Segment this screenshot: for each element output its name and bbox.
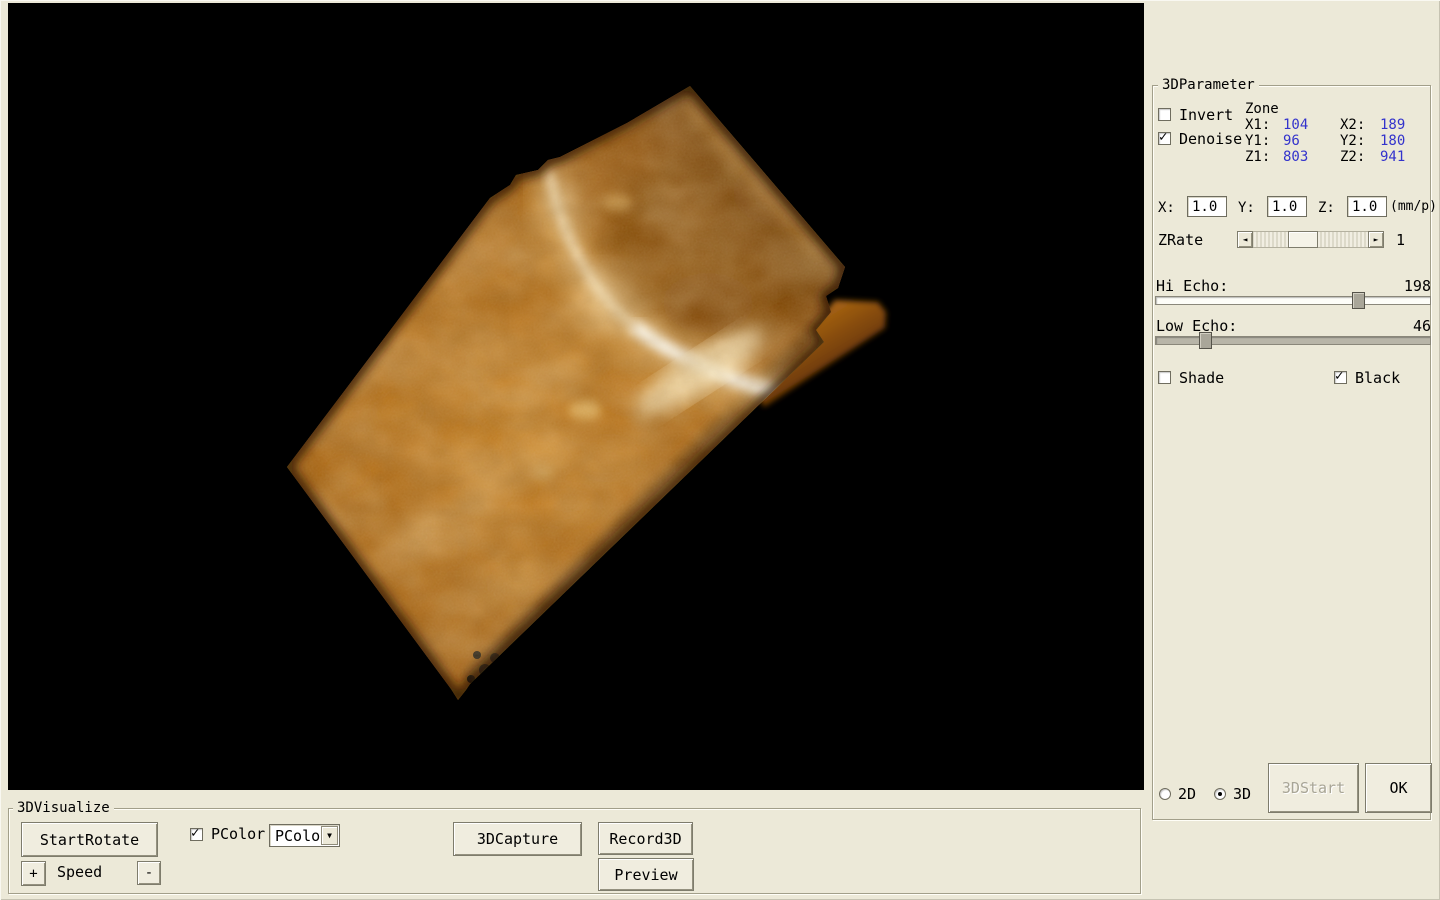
zone-z2-value: 941 <box>1380 149 1405 165</box>
invert-checkbox[interactable] <box>1158 108 1171 121</box>
zone-label: Zone <box>1245 101 1279 117</box>
low-echo-slider[interactable] <box>1155 336 1431 345</box>
zone-x2-label: X2: <box>1340 117 1365 133</box>
render-canvas[interactable] <box>8 3 1144 790</box>
zone-z1-label: Z1: <box>1245 149 1270 165</box>
zone-row: Y1: 96 Y2: 180 <box>1245 133 1425 149</box>
mode-3d-label: 3D <box>1233 786 1251 803</box>
hi-echo-slider[interactable] <box>1155 296 1431 305</box>
low-echo-slider-thumb[interactable] <box>1199 332 1212 349</box>
check-icon: ✓ <box>191 825 199 841</box>
z-scale-label: Z: <box>1318 200 1335 216</box>
check-icon: ✓ <box>1159 129 1167 145</box>
zone-x1-label: X1: <box>1245 117 1270 133</box>
low-echo-value: 46 <box>1383 318 1431 335</box>
zrate-value: 1 <box>1396 232 1405 249</box>
record3d-button[interactable]: Record3D <box>598 822 693 855</box>
black-label: Black <box>1355 370 1400 387</box>
check-icon: ✓ <box>1335 368 1343 384</box>
shade-label: Shade <box>1179 370 1224 387</box>
visualize-group-label: 3DVisualize <box>13 800 114 816</box>
pcolor-dropdown[interactable]: PColor ▼ <box>269 824 340 847</box>
zrate-scroll-left-button[interactable]: ◄ <box>1237 231 1253 248</box>
mode-2d-radio[interactable] <box>1159 788 1171 800</box>
scale-unit-label: (mm/p) <box>1390 198 1437 215</box>
zone-x2-value: 189 <box>1380 117 1405 133</box>
app-window: { "colors": { "panel_bg": "#ece9d8", "ca… <box>0 0 1440 900</box>
zone-y2-value: 180 <box>1380 133 1405 149</box>
denoise-checkbox[interactable]: ✓ <box>1158 132 1171 145</box>
zone-x1-value: 104 <box>1283 117 1308 133</box>
z-scale-input[interactable] <box>1347 196 1387 217</box>
x-scale-input[interactable] <box>1187 196 1227 217</box>
mode-2d-label: 2D <box>1178 786 1196 803</box>
x-scale-label: X: <box>1158 200 1175 216</box>
pcolor-dropdown-button[interactable]: ▼ <box>321 826 338 845</box>
zrate-scroll-right-button[interactable]: ► <box>1368 231 1384 248</box>
ok-button[interactable]: OK <box>1365 763 1432 813</box>
zone-row: Z1: 803 Z2: 941 <box>1245 149 1425 165</box>
shade-checkbox[interactable] <box>1158 371 1171 384</box>
parameter-groupbox: 3DParameter Invert ✓ Denoise Zone X1: 10… <box>1152 85 1431 820</box>
zone-y1-value: 96 <box>1283 133 1300 149</box>
speed-plus-button[interactable]: + <box>21 861 46 886</box>
denoise-label: Denoise <box>1179 131 1242 148</box>
y-scale-label: Y: <box>1238 200 1255 216</box>
preview-button[interactable]: Preview <box>598 858 694 891</box>
zone-y2-label: Y2: <box>1340 133 1365 149</box>
hi-echo-value: 198 <box>1383 278 1431 295</box>
zone-z2-label: Z2: <box>1340 149 1365 165</box>
scroll-right-icon: ► <box>1374 235 1379 244</box>
visualize-groupbox: 3DVisualize StartRotate ✓ PColor PColor … <box>8 808 1141 894</box>
hi-echo-slider-thumb[interactable] <box>1352 292 1365 309</box>
speed-minus-button[interactable]: - <box>137 861 161 885</box>
start-rotate-button[interactable]: StartRotate <box>21 822 158 857</box>
ultrasound-render <box>8 3 1144 790</box>
zone-z1-value: 803 <box>1283 149 1308 165</box>
zrate-scrollbar[interactable]: ◄ ► <box>1237 231 1384 248</box>
zone-y1-label: Y1: <box>1245 133 1270 149</box>
zone-row: X1: 104 X2: 189 <box>1245 117 1425 133</box>
chevron-down-icon: ▼ <box>327 831 332 840</box>
invert-label: Invert <box>1179 107 1233 124</box>
pcolor-checkbox[interactable]: ✓ <box>190 828 203 841</box>
parameter-group-label: 3DParameter <box>1158 77 1259 93</box>
3dcapture-button[interactable]: 3DCapture <box>453 822 582 856</box>
zrate-label: ZRate <box>1158 232 1203 249</box>
hi-echo-label: Hi Echo: <box>1156 278 1228 295</box>
zrate-scroll-thumb[interactable] <box>1288 231 1318 248</box>
pcolor-label: PColor <box>211 826 265 843</box>
scroll-left-icon: ◄ <box>1243 235 1248 244</box>
low-echo-label: Low Echo: <box>1156 318 1237 335</box>
speed-label: Speed <box>57 864 102 881</box>
mode-3d-radio[interactable] <box>1214 788 1226 800</box>
y-scale-input[interactable] <box>1267 196 1307 217</box>
black-checkbox[interactable]: ✓ <box>1334 371 1347 384</box>
3dstart-button[interactable]: 3DStart <box>1268 763 1359 813</box>
